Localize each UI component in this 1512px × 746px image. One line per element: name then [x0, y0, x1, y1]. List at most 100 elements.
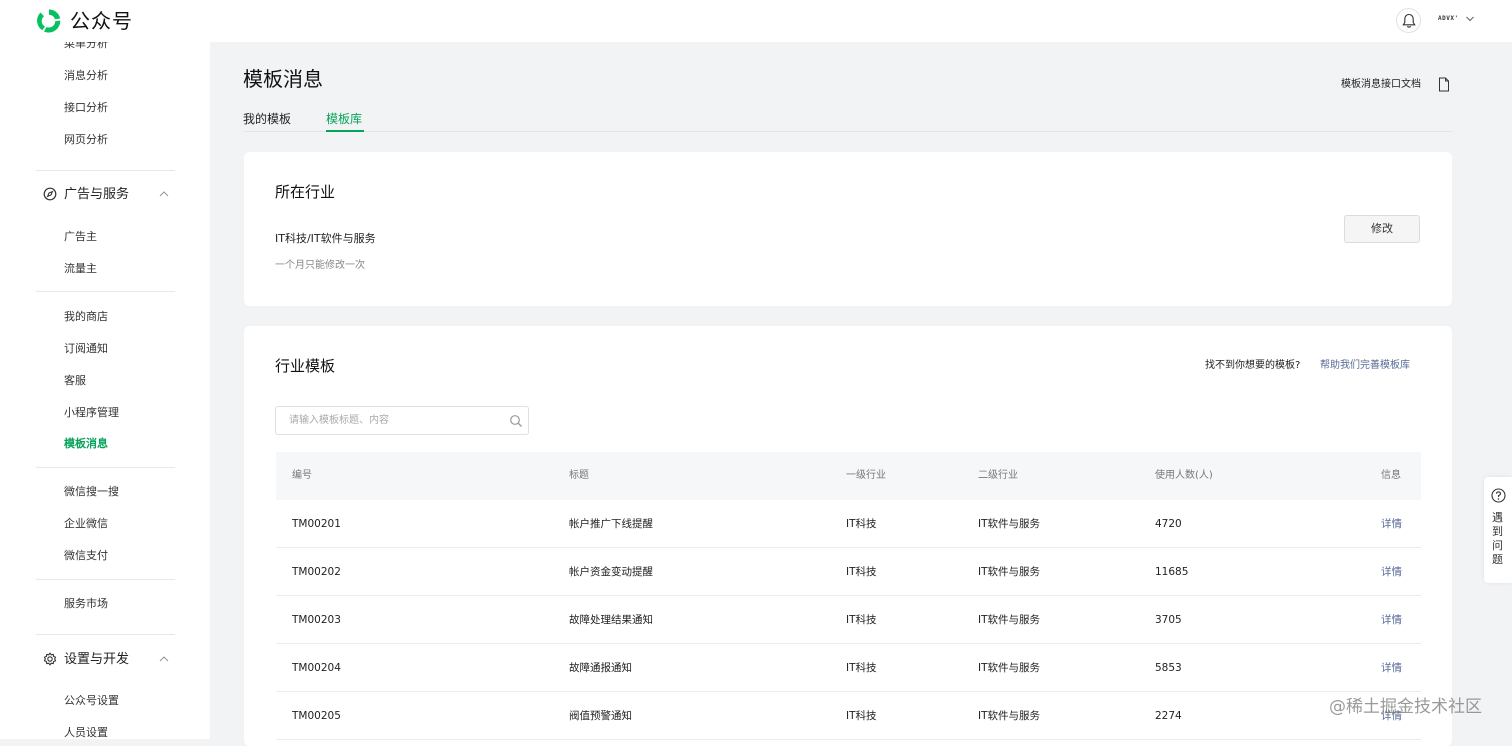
chevron-up-icon[interactable] — [158, 654, 170, 664]
compass-icon — [43, 187, 57, 201]
cell-users: 5853 — [1155, 662, 1182, 674]
sidebar-group-label: 广告与服务 — [64, 187, 130, 202]
help-widget[interactable]: 遇到问题 — [1484, 477, 1512, 583]
help-question: 找不到你想要的模板? — [1205, 360, 1301, 371]
cell-title: 故障通报通知 — [569, 662, 632, 674]
details-link[interactable]: 详情 — [1381, 661, 1402, 675]
cell-title: 帐户推广下线提醒 — [569, 518, 653, 530]
cell-users: 2274 — [1155, 710, 1182, 722]
chevron-down-icon[interactable] — [1465, 15, 1475, 23]
industry-value: IT科技/IT软件与服务 — [275, 232, 376, 245]
sidebar-item-message-analysis[interactable]: 消息分析 — [64, 69, 108, 83]
bell-icon — [1402, 13, 1416, 28]
sidebar-divider — [36, 579, 175, 580]
search-input[interactable] — [276, 407, 504, 434]
cell-title: 故障处理结果通知 — [569, 614, 653, 626]
cell-primary-industry: IT科技 — [846, 662, 877, 674]
industry-note: 一个月只能修改一次 — [275, 260, 365, 271]
cell-id: TM00201 — [292, 518, 341, 530]
cell-users: 3705 — [1155, 614, 1182, 626]
document-icon[interactable] — [1438, 77, 1450, 92]
column-header-users: 使用人数(人) — [1155, 470, 1213, 481]
details-link[interactable]: 详情 — [1381, 565, 1402, 579]
sidebar-divider — [36, 291, 175, 292]
account-avatar[interactable]: ADVX' — [1438, 15, 1459, 22]
top-bar: 公众号 ADVX' — [0, 0, 1512, 42]
cell-id: TM00202 — [292, 566, 341, 578]
sidebar-item-wework[interactable]: 企业微信 — [64, 517, 108, 531]
sidebar-divider — [36, 634, 175, 635]
sidebar-group-ads-services[interactable]: 广告与服务 — [43, 187, 169, 203]
sidebar-item-miniprogram[interactable]: 小程序管理 — [64, 406, 119, 420]
cell-title: 帐户资金变动提醒 — [569, 566, 653, 578]
cell-id: TM00204 — [292, 662, 341, 674]
active-tab-indicator — [326, 130, 364, 132]
help-widget-label: 遇到问题 — [1492, 511, 1503, 566]
cell-primary-industry: IT科技 — [846, 518, 877, 530]
details-link[interactable]: 详情 — [1381, 517, 1402, 531]
industry-card-title: 所在行业 — [275, 183, 336, 201]
cell-users: 11685 — [1155, 566, 1189, 578]
cell-secondary-industry: IT软件与服务 — [978, 566, 1041, 578]
sidebar-item-interface-analysis[interactable]: 接口分析 — [64, 101, 108, 115]
cell-primary-industry: IT科技 — [846, 710, 877, 722]
page-title: 模板消息 — [243, 67, 323, 91]
sidebar-item-service-market[interactable]: 服务市场 — [64, 597, 108, 611]
table-row: TM00205 阀值预警通知 IT科技 IT软件与服务 2274 详情 — [276, 692, 1421, 740]
sidebar-item-advertiser[interactable]: 广告主 — [64, 230, 97, 244]
gear-icon — [43, 652, 57, 666]
cell-id: TM00205 — [292, 710, 341, 722]
sidebar-item-wechat-search[interactable]: 微信搜一搜 — [64, 485, 119, 499]
tab-template-library[interactable]: 模板库 — [326, 111, 362, 127]
industry-templates-card: 行业模板 找不到你想要的模板? 帮助我们完善模板库 编号 标题 一级行业 二级行… — [244, 326, 1452, 746]
sidebar-item-wechat-pay[interactable]: 微信支付 — [64, 549, 108, 563]
cell-secondary-industry: IT软件与服务 — [978, 710, 1041, 722]
watermark: @稀土掘金技术社区 — [1329, 697, 1482, 717]
notification-button[interactable] — [1396, 8, 1421, 33]
cell-secondary-industry: IT软件与服务 — [978, 518, 1041, 530]
details-link[interactable]: 详情 — [1381, 613, 1402, 627]
sidebar-item-template-message[interactable]: 模板消息 — [64, 437, 108, 451]
improve-library-link[interactable]: 帮助我们完善模板库 — [1320, 359, 1410, 373]
chevron-up-icon[interactable] — [158, 189, 170, 199]
cell-primary-industry: IT科技 — [846, 566, 877, 578]
cell-id: TM00203 — [292, 614, 341, 626]
table-header: 编号 标题 一级行业 二级行业 使用人数(人) 信息 — [276, 452, 1421, 500]
sidebar-item-subscription-notice[interactable]: 订阅通知 — [64, 342, 108, 356]
templates-card-title: 行业模板 — [275, 357, 336, 375]
sidebar-item-menu-analysis[interactable]: 菜单分析 — [64, 42, 108, 51]
sidebar-divider — [36, 170, 175, 171]
brand-title: 公众号 — [70, 9, 133, 33]
cell-primary-industry: IT科技 — [846, 614, 877, 626]
table-row: TM00201 帐户推广下线提醒 IT科技 IT软件与服务 4720 详情 — [276, 500, 1421, 548]
edit-industry-button[interactable]: 修改 — [1344, 215, 1420, 243]
column-header-info: 信息 — [1381, 470, 1401, 481]
table-row: TM00203 故障处理结果通知 IT科技 IT软件与服务 3705 详情 — [276, 596, 1421, 644]
sidebar-item-member-settings[interactable]: 人员设置 — [64, 726, 108, 739]
column-header-secondary-industry: 二级行业 — [978, 470, 1018, 481]
table-row: TM00202 帐户资金变动提醒 IT科技 IT软件与服务 11685 详情 — [276, 548, 1421, 596]
cell-title: 阀值预警通知 — [569, 710, 632, 722]
cell-secondary-industry: IT软件与服务 — [978, 662, 1041, 674]
sidebar-item-publisher[interactable]: 流量主 — [64, 262, 97, 276]
table-row: TM00204 故障通报通知 IT科技 IT软件与服务 5853 详情 — [276, 644, 1421, 692]
column-header-title: 标题 — [569, 470, 589, 481]
sidebar-item-customer-service[interactable]: 客服 — [64, 374, 86, 388]
api-doc-link[interactable]: 模板消息接口文档 — [1341, 78, 1421, 92]
industry-card: 所在行业 IT科技/IT软件与服务 一个月只能修改一次 修改 — [244, 152, 1452, 306]
column-header-primary-industry: 一级行业 — [846, 470, 886, 481]
tab-divider — [243, 131, 1452, 132]
search-icon[interactable] — [509, 414, 523, 428]
sidebar-group-label: 设置与开发 — [64, 652, 130, 667]
cell-secondary-industry: IT软件与服务 — [978, 614, 1041, 626]
sidebar-group-settings-dev[interactable]: 设置与开发 — [43, 652, 169, 668]
sidebar-item-webpage-analysis[interactable]: 网页分析 — [64, 133, 108, 147]
question-circle-icon — [1491, 488, 1506, 503]
sidebar-divider — [36, 467, 175, 468]
tab-my-templates[interactable]: 我的模板 — [243, 111, 291, 127]
wechat-official-logo-icon[interactable] — [35, 7, 63, 35]
sidebar: 菜单分析 消息分析 接口分析 网页分析 广告与服务 广告主 流量主 我的商店 订… — [0, 42, 210, 739]
sidebar-item-my-store[interactable]: 我的商店 — [64, 310, 108, 324]
template-search — [275, 406, 529, 435]
sidebar-item-account-settings[interactable]: 公众号设置 — [64, 694, 119, 708]
